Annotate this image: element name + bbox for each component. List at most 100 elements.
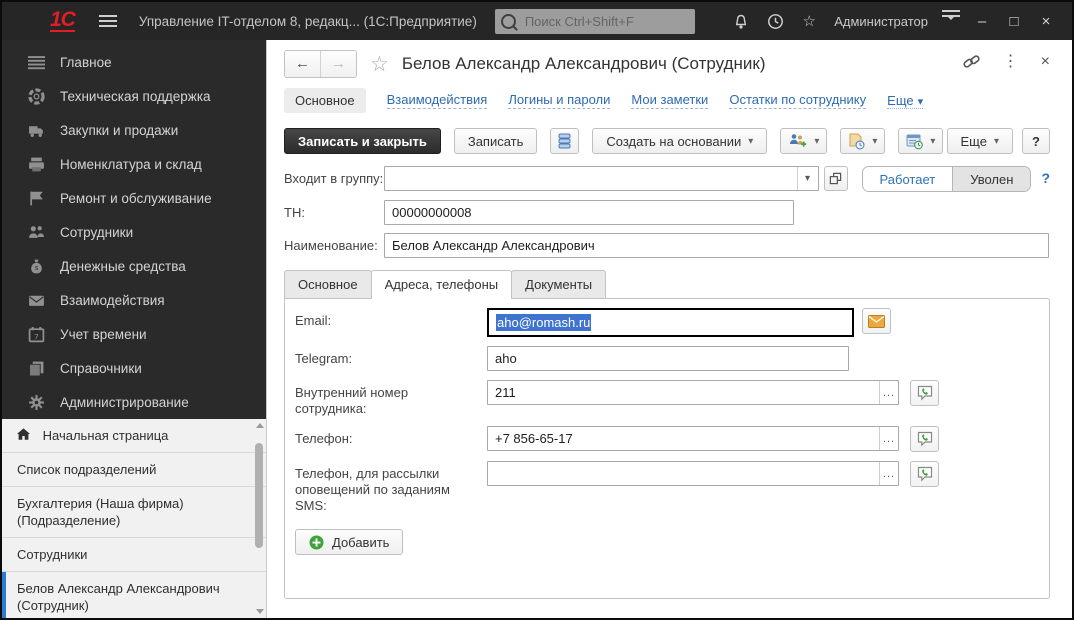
internal-phone-call-button[interactable]	[910, 380, 939, 406]
tab-addresses-phones[interactable]: Адреса, телефоны	[371, 270, 513, 299]
chevron-down-icon: ▾	[748, 136, 753, 147]
notifications-bell-icon[interactable]	[724, 12, 758, 29]
global-search[interactable]	[495, 9, 695, 34]
close-window-button[interactable]: ×	[1030, 13, 1062, 30]
sms-phone-field[interactable]: ...	[487, 461, 899, 486]
sms-phone-row: Телефон, для рассылки оповещений по зада…	[295, 461, 1049, 514]
group-field[interactable]: ▾	[384, 166, 819, 191]
help-button[interactable]: ?	[1022, 128, 1050, 154]
phone-call-button[interactable]	[910, 426, 939, 452]
link-my-notes[interactable]: Мои заметки	[631, 92, 708, 109]
status-fired-button[interactable]: Уволен	[953, 167, 1030, 191]
phone-field[interactable]: +7 856-65-17 ...	[487, 426, 899, 451]
add-contact-button[interactable]: Добавить	[295, 529, 403, 555]
phone-bubble-icon	[917, 431, 933, 447]
service-menu-icon[interactable]	[936, 7, 966, 35]
get-link-icon[interactable]	[962, 51, 981, 73]
maximize-button[interactable]: □	[998, 13, 1030, 30]
email-field[interactable]: aho@romash.ru	[487, 308, 854, 337]
sidebar-item-money[interactable]: s Денежные средства	[2, 249, 266, 283]
list-blue-icon	[558, 133, 571, 149]
sms-phone-choose-button[interactable]: ...	[879, 462, 898, 485]
sidebar-item-tech-support[interactable]: Техническая поддержка	[2, 79, 266, 113]
search-input[interactable]	[523, 13, 703, 30]
scroll-down-icon[interactable]	[256, 609, 264, 614]
create-based-on-label: Создать на основании	[606, 134, 741, 149]
sidebar-item-administration[interactable]: Администрирование	[2, 385, 266, 419]
window-item-home[interactable]: Начальная страница	[2, 419, 266, 453]
internal-phone-field[interactable]: 211 ...	[487, 380, 899, 405]
window-item-departments-list[interactable]: Список подразделений	[2, 453, 266, 487]
tab-main[interactable]: Основное	[284, 270, 372, 298]
document-history-button[interactable]: ▾	[840, 128, 885, 154]
1c-logo: 1С	[50, 10, 75, 32]
add-user-button[interactable]: ▾	[780, 128, 827, 154]
open-windows-panel: Начальная страница Список подразделений …	[2, 419, 266, 618]
pages-icon	[28, 360, 45, 377]
tab-osnovnoe-link[interactable]: Основное	[284, 88, 366, 113]
link-logins-passwords[interactable]: Логины и пароли	[508, 92, 610, 109]
group-dropdown-icon[interactable]: ▾	[797, 167, 818, 190]
create-based-on-button[interactable]: Создать на основании ▾	[592, 128, 767, 154]
nav-more-label: Еще	[887, 93, 913, 108]
minimize-button[interactable]: –	[966, 13, 998, 30]
name-field[interactable]: Белов Александр Александрович	[384, 233, 1049, 258]
phone-bubble-icon	[917, 385, 933, 401]
scroll-up-icon[interactable]	[256, 423, 264, 428]
window-item-employees[interactable]: Сотрудники	[2, 538, 266, 572]
open-window-icon	[829, 172, 842, 185]
form-header-icons: ⋮ ×	[940, 51, 1050, 73]
telegram-field[interactable]: aho	[487, 346, 849, 371]
sidebar-item-directories[interactable]: Справочники	[2, 351, 266, 385]
read-data-button[interactable]	[550, 128, 579, 154]
window-item-belov-employee[interactable]: Белов Александр Александрович (Сотрудник…	[2, 572, 266, 618]
send-email-button[interactable]	[862, 308, 891, 334]
envelope-icon	[28, 292, 45, 309]
forward-button[interactable]: →	[321, 51, 356, 77]
current-user[interactable]: Администратор	[834, 14, 928, 29]
tn-field[interactable]: 00000000008	[384, 200, 794, 225]
sidebar-item-label: Техническая поддержка	[60, 89, 211, 104]
scheduled-tasks-button[interactable]: ▾	[898, 128, 943, 154]
detail-tabs: Основное Адреса, телефоны Документы	[284, 270, 1050, 298]
scrollbar-thumb[interactable]	[255, 443, 263, 548]
plus-circle-icon	[309, 535, 324, 550]
gear-icon	[28, 394, 45, 411]
window-item-accounting-department[interactable]: Бухгалтерия (Наша фирма) (Подразделение)	[2, 487, 266, 538]
link-interactions[interactable]: Взаимодействия	[387, 92, 488, 109]
link-employee-balances[interactable]: Остатки по сотруднику	[729, 92, 866, 109]
sidebar-item-time-tracking[interactable]: 7 Учет времени	[2, 317, 266, 351]
sidebar-item-purchases-sales[interactable]: Закупки и продажи	[2, 113, 266, 147]
sidebar-item-employees[interactable]: Сотрудники	[2, 215, 266, 249]
more-actions-icon[interactable]: ⋮	[1003, 51, 1019, 73]
close-form-icon[interactable]: ×	[1041, 51, 1050, 73]
save-and-close-button[interactable]: Записать и закрыть	[284, 128, 441, 154]
nav-more-button[interactable]: Еще▾	[887, 93, 923, 109]
more-button[interactable]: Еще▾	[947, 128, 1013, 154]
window-item-label: Список подразделений	[17, 462, 156, 477]
phone-choose-button[interactable]: ...	[879, 427, 898, 450]
sms-phone-call-button[interactable]	[910, 461, 939, 487]
tn-row: ТН: 00000000008	[284, 200, 1050, 225]
titlebar-right: ☆ Администратор – □ ×	[724, 7, 1062, 35]
favorite-star-icon[interactable]: ☆	[370, 52, 389, 77]
status-working-button[interactable]: Работает	[863, 167, 954, 191]
internal-phone-choose-button[interactable]: ...	[879, 381, 898, 404]
back-button[interactable]: ←	[285, 51, 321, 77]
status-help-link[interactable]: ?	[1041, 166, 1050, 186]
sidebar: Главное Техническая поддержка Закупки и …	[2, 40, 267, 618]
favorites-star-icon[interactable]: ☆	[792, 12, 826, 30]
table-clock-icon	[906, 133, 923, 150]
sidebar-item-nomenclature-warehouse[interactable]: Номенклатура и склад	[2, 147, 266, 181]
tn-label: ТН:	[284, 200, 384, 221]
tab-documents[interactable]: Документы	[511, 270, 606, 298]
save-button[interactable]: Записать	[454, 128, 538, 154]
sidebar-item-repair-maintenance[interactable]: Ремонт и обслуживание	[2, 181, 266, 215]
sidebar-scrollbar[interactable]	[253, 421, 265, 616]
sidebar-item-interactions[interactable]: Взаимодействия	[2, 283, 266, 317]
history-icon[interactable]	[758, 12, 792, 30]
window-item-label: Белов Александр Александрович (Сотрудник…	[17, 581, 220, 613]
main-menu-icon[interactable]	[99, 12, 117, 30]
group-open-button[interactable]	[824, 166, 848, 191]
sidebar-item-glavnoe[interactable]: Главное	[2, 45, 266, 79]
